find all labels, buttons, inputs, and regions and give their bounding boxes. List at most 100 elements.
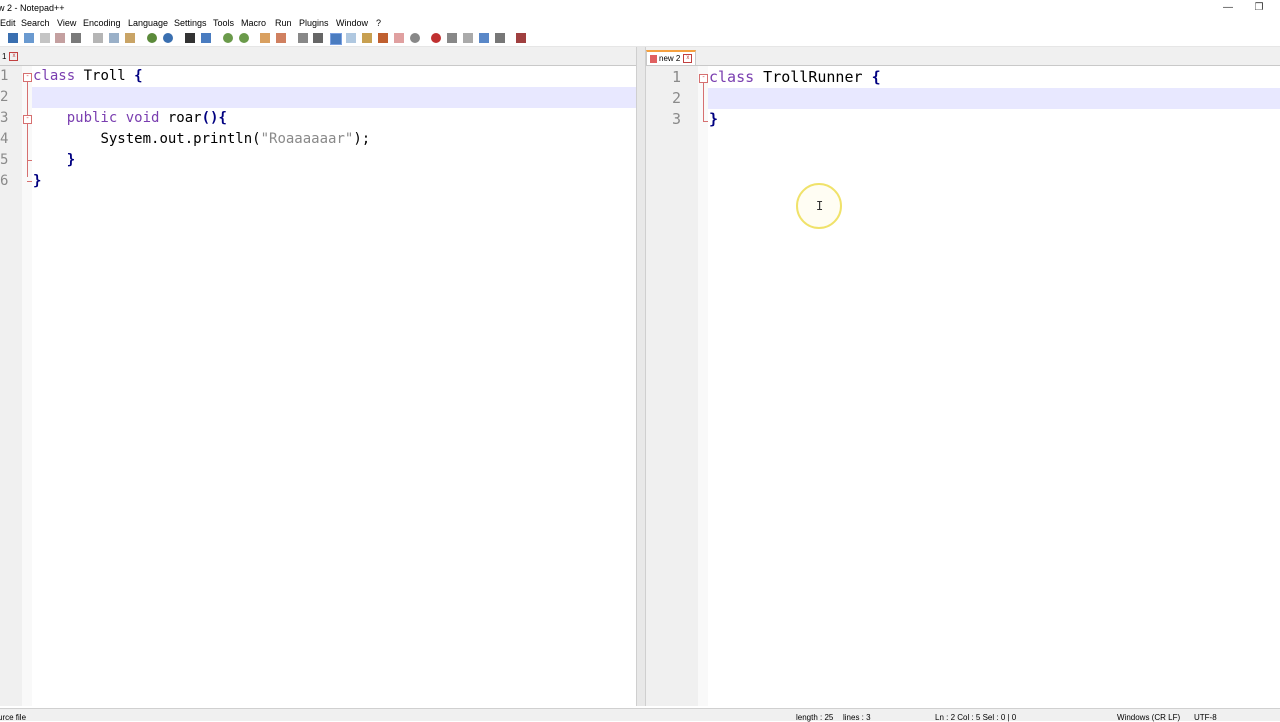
identifier: roar [159, 110, 202, 126]
fold-end [703, 121, 708, 122]
fold-end [27, 181, 32, 182]
brace: { [871, 68, 881, 86]
zoom-out-icon[interactable] [239, 33, 249, 43]
code-line-5: } [33, 150, 75, 171]
brace: } [66, 152, 76, 168]
doc-map-icon[interactable] [346, 33, 356, 43]
save-icon[interactable] [8, 33, 18, 43]
menu-help[interactable]: ? [376, 18, 381, 28]
left-editor[interactable]: 1 2 3 4 5 6 - - class Troll { public voi… [0, 66, 636, 706]
line-number-gutter [646, 66, 698, 706]
string-literal: "Roaaaaaar" [260, 131, 354, 147]
code-line-6: } [33, 171, 41, 192]
identifier: System.out.println( [100, 131, 261, 147]
function-list-icon[interactable] [362, 33, 372, 43]
menu-edit[interactable]: Edit [0, 18, 16, 28]
identifier: Troll [75, 68, 135, 84]
monitoring-icon[interactable] [394, 33, 404, 43]
undo-icon[interactable] [147, 33, 157, 43]
status-length: length : 25 [796, 713, 834, 722]
title-bar: w 2 - Notepad++ — ❐ [0, 0, 1280, 16]
menu-encoding[interactable]: Encoding [83, 18, 121, 28]
line-number: 1 [0, 68, 9, 84]
spellcheck-icon[interactable] [516, 33, 526, 43]
replace-icon[interactable] [201, 33, 211, 43]
cut-icon[interactable] [93, 33, 103, 43]
code-line-3: public void roar(){ [33, 108, 227, 129]
menu-plugins[interactable]: Plugins [299, 18, 329, 28]
sync-scroll-icon[interactable] [260, 33, 270, 43]
menu-macro[interactable]: Macro [241, 18, 266, 28]
fold-line [703, 83, 704, 121]
paste-icon[interactable] [125, 33, 135, 43]
minimize-button[interactable]: — [1213, 0, 1243, 16]
menu-window[interactable]: Window [336, 18, 368, 28]
print-icon[interactable] [71, 33, 81, 43]
brace: { [134, 68, 143, 84]
current-line-highlight [32, 87, 636, 108]
view-splitter[interactable] [636, 47, 646, 706]
tab-label: new 2 [659, 54, 681, 63]
tab-label: 1 [2, 52, 7, 61]
macro-save-icon[interactable] [495, 33, 505, 43]
code-line-1: class Troll { [33, 66, 143, 87]
line-number: 3 [0, 110, 9, 126]
word-wrap-icon[interactable] [298, 33, 308, 43]
macro-play-icon[interactable] [463, 33, 473, 43]
menu-search[interactable]: Search [21, 18, 50, 28]
folder-workspace-icon[interactable] [378, 33, 388, 43]
current-line-highlight [708, 88, 1280, 109]
indent-guide-icon[interactable] [330, 33, 342, 45]
zoom-in-icon[interactable] [223, 33, 233, 43]
unsaved-doc-icon [650, 54, 657, 63]
menu-settings[interactable]: Settings [174, 18, 207, 28]
copy-icon[interactable] [109, 33, 119, 43]
line-number: 3 [672, 110, 682, 128]
keyword: class [33, 68, 76, 84]
fold-line [27, 82, 28, 177]
tab-close-icon[interactable]: x [9, 52, 19, 62]
macro-play-multiple-icon[interactable] [479, 33, 489, 43]
macro-record-icon[interactable] [431, 33, 441, 43]
line-number: 1 [672, 68, 682, 86]
punctuation: ); [353, 131, 371, 147]
menu-bar: Edit Search View Encoding Language Setti… [0, 16, 1280, 29]
record-dot-icon[interactable] [410, 33, 420, 43]
toolbar [0, 29, 1280, 47]
find-icon[interactable] [185, 33, 195, 43]
redo-icon[interactable] [163, 33, 173, 43]
status-eol: Windows (CR LF) [1117, 713, 1181, 722]
all-chars-icon[interactable] [313, 33, 323, 43]
tab-new-2[interactable]: new 2x [646, 50, 697, 66]
close-icon[interactable] [40, 33, 50, 43]
menu-run[interactable]: Run [275, 18, 292, 28]
menu-view[interactable]: View [57, 18, 76, 28]
line-number: 5 [0, 152, 9, 168]
menu-tools[interactable]: Tools [213, 18, 234, 28]
menu-language[interactable]: Language [128, 18, 168, 28]
code-line-1: class TrollRunner { [709, 67, 881, 88]
fold-minus-icon[interactable]: - [23, 115, 32, 124]
restore-button[interactable]: ❐ [1244, 0, 1274, 16]
line-number: 6 [0, 173, 9, 189]
brace: } [33, 173, 42, 189]
save-all-icon[interactable] [24, 33, 34, 43]
status-position: Ln : 2 Col : 5 Sel : 0 | 0 [935, 713, 1017, 722]
brace: (){ [201, 110, 227, 126]
brace: } [709, 110, 719, 128]
fold-minus-icon[interactable]: - [23, 73, 32, 82]
window-title: w 2 - Notepad++ [0, 3, 65, 13]
status-bar: urce file length : 25 lines : 3 Ln : 2 C… [0, 708, 1280, 722]
macro-stop-icon[interactable] [447, 33, 457, 43]
text-cursor-icon: I [816, 199, 824, 213]
close-all-icon[interactable] [55, 33, 65, 43]
sync-scroll-h-icon[interactable] [276, 33, 286, 43]
right-editor[interactable]: 1 2 3 - class TrollRunner { } [646, 66, 1280, 706]
tab-close-icon[interactable]: x [683, 54, 693, 64]
fold-minus-icon[interactable]: - [699, 74, 708, 83]
tab-left-doc[interactable]: 1x [2, 50, 19, 63]
status-encoding: UTF-8 [1194, 713, 1217, 722]
